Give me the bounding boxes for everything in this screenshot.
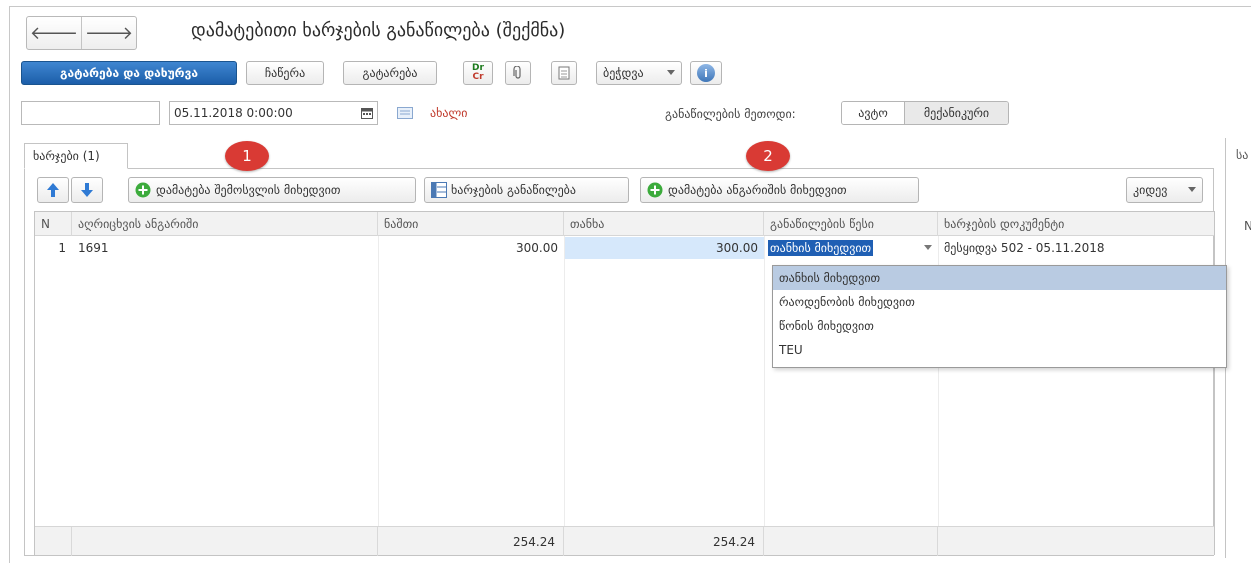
row-document[interactable]: მესყიდვა 502 - 05.11.2018 [944,237,1214,259]
chevron-down-icon [1188,187,1196,192]
column-divider [378,236,379,526]
column-divider [564,236,565,526]
calendar-icon[interactable] [361,107,373,119]
chevron-down-icon [667,70,675,75]
arrow-left-icon: 🡐 [29,22,79,44]
plus-circle-icon [647,182,663,198]
footer-amount-total: 254.24 [564,527,764,556]
attach-button[interactable] [505,61,531,85]
table-row[interactable]: 1 1691 300.00 300.00 თანხის მიხედვით მეს… [35,237,1214,259]
distribute-costs-label: ხარჯების განაწილება [451,183,576,197]
dropdown-option[interactable]: TEU [773,338,1226,362]
move-up-button[interactable] [37,177,69,203]
dropdown-option[interactable]: თანხის მიხედვით [773,266,1226,290]
footer-cell [938,527,1216,556]
page-title: დამატებითი ხარჯების განაწილება (შექმნა) [191,20,566,41]
add-by-account-label: დამატება ანგარიშის მიხედვით [668,183,847,197]
add-by-account-button[interactable]: დამატება ანგარიშის მიხედვით [640,177,919,203]
column-divider [764,236,765,526]
number-field[interactable] [21,101,160,125]
method-option-manual[interactable]: მექანიკური [904,102,1008,124]
status-doc-icon [397,107,413,119]
more-dropdown[interactable]: კიდევ [1126,177,1203,203]
right-side-panel: სა N [1225,138,1251,558]
rule-dropdown-list: თანხის მიხედვით რაოდენობის მიხედვით წონი… [772,265,1227,368]
arrow-up-icon [47,183,59,197]
nav-group: 🡐 🡒 [26,16,137,50]
column-header-n[interactable]: N [35,212,72,236]
distribute-costs-button[interactable]: ხარჯების განაწილება [424,177,629,203]
method-label: განაწილების მეთოდი: [665,107,796,121]
status-label: ახალი [430,106,468,120]
paperclip-icon [513,66,521,79]
column-header-rule[interactable]: განაწილების წესი [764,212,938,236]
save-and-close-button[interactable]: გატარება და დახურვა [21,61,237,85]
document-button[interactable] [551,61,577,85]
method-segment: ავტო მექანიკური [841,101,1009,125]
row-rule-value: თანხის მიხედვით [768,240,874,256]
print-label: ბეჭდვა [603,66,644,80]
right-panel-header: N [1244,219,1251,233]
dropdown-option[interactable]: რაოდენობის მიხედვით [773,290,1226,314]
method-option-auto[interactable]: ავტო [842,102,904,124]
column-header-balance[interactable]: ნაშთი [378,212,564,236]
arrow-down-icon [81,183,93,197]
print-dropdown[interactable]: ბეჭდვა [596,61,682,85]
row-balance: 300.00 [516,241,558,255]
arrow-right-icon: 🡒 [84,22,134,44]
date-value: 05.11.2018 0:00:00 [174,106,293,120]
forward-button[interactable]: 🡒 [81,17,136,49]
tab-costs[interactable]: ხარჯები (1) [24,143,128,169]
table-footer: 254.24 254.24 [35,526,1216,556]
document-icon [558,66,570,80]
drcr-icon-bottom: Cr [472,72,484,82]
add-by-receipt-label: დამატება შემოსვლის მიხედვით [156,183,341,197]
plus-circle-icon [135,182,151,198]
date-field[interactable]: 05.11.2018 0:00:00 [169,101,378,125]
column-header-account[interactable]: აღრიცხვის ანგარიში [72,212,378,236]
footer-cell [72,527,378,556]
row-rule-editor[interactable]: თანხის მიხედვით [768,237,936,259]
chevron-down-icon[interactable] [924,245,932,251]
row-number: 1 [58,241,66,255]
right-panel-tab[interactable]: სა [1236,148,1248,162]
dropdown-option[interactable]: წონის მიხედვით [773,314,1226,338]
info-button[interactable]: i [690,61,722,85]
costs-table: N აღრიცხვის ანგარიში ნაშთი თანხა განაწილ… [34,211,1216,556]
move-down-button[interactable] [71,177,103,203]
column-header-amount[interactable]: თანხა [564,212,764,236]
add-by-receipt-button[interactable]: დამატება შემოსვლის მიხედვით [128,177,416,203]
back-button[interactable]: 🡐 [27,17,81,49]
column-header-document[interactable]: ხარჯების დოკუმენტი [938,212,1216,236]
info-icon: i [697,64,715,82]
footer-cell [764,527,938,556]
post-button[interactable]: გატარება [343,61,437,85]
footer-balance-total: 254.24 [378,527,564,556]
write-button[interactable]: ჩაწერა [246,61,324,85]
callout-badge-2: 2 [746,141,790,171]
grid-icon [431,182,447,198]
table-header: N აღრიცხვის ანგარიში ნაშთი თანხა განაწილ… [35,212,1214,236]
footer-cell [35,527,72,556]
row-amount[interactable]: 300.00 [564,237,764,259]
drcr-button[interactable]: Dr Cr [463,61,493,85]
row-account[interactable]: 1691 [78,237,368,259]
callout-badge-1: 1 [225,141,269,171]
more-label: კიდევ [1133,183,1168,197]
